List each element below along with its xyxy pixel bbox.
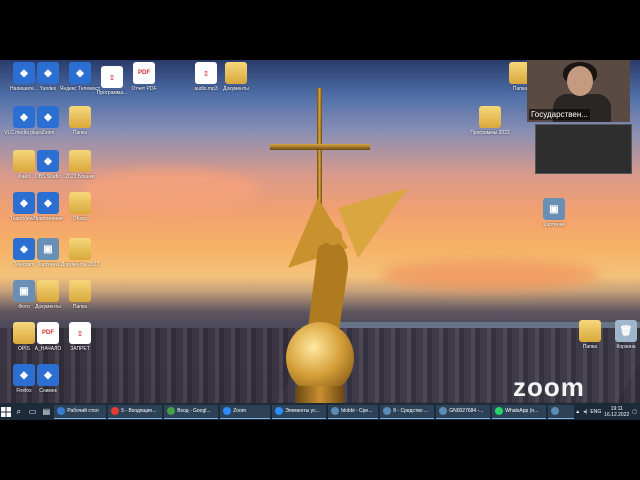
folder-icon xyxy=(69,106,91,128)
taskbar-item[interactable] xyxy=(548,404,575,419)
desktop-icon[interactable]: Программы 2022 xyxy=(466,106,514,136)
windows-icon xyxy=(0,406,11,417)
taskbar-item[interactable]: Элементы ус... xyxy=(272,404,327,419)
start-button[interactable] xyxy=(0,403,12,420)
desktop-icon[interactable]: Папка xyxy=(56,280,104,310)
file-icon: ▯ xyxy=(69,322,91,344)
trash-icon: 🗑 xyxy=(615,320,637,342)
taskbar-item-label: 8 - Средство ... xyxy=(393,408,429,414)
folder-icon xyxy=(69,192,91,214)
participant-face xyxy=(567,66,593,96)
desktop-icon[interactable]: ◆ Снимок xyxy=(24,364,72,394)
app-icon xyxy=(383,407,392,415)
taskbar-item[interactable]: Рабочий стол xyxy=(54,404,107,419)
volume-icon[interactable]: ◂) xyxy=(583,409,587,415)
sky-cloud xyxy=(80,170,260,210)
pdf-icon: PDF xyxy=(133,62,155,84)
clock[interactable]: 19:11 16.12.2022 xyxy=(604,406,629,418)
desktop-icon-label: Папка xyxy=(72,304,88,310)
desktop-icon-label: Документы xyxy=(223,86,249,92)
language-indicator[interactable]: ENG xyxy=(590,409,601,415)
desktop-icon-label: Отчет PDF xyxy=(131,86,157,92)
app-icon xyxy=(167,407,176,415)
zoom-watermark: zoom xyxy=(513,372,585,402)
taskbar-item-label: Элементы ус... xyxy=(285,408,320,414)
taskbar-item[interactable]: Zoom xyxy=(220,404,271,419)
folder-icon xyxy=(69,238,91,260)
folder-icon xyxy=(69,280,91,302)
desktop-icon-label: Картинки xyxy=(543,222,565,228)
app-icon: ◆ xyxy=(37,364,59,386)
app-icon xyxy=(551,407,560,415)
desktop-icon[interactable]: 🗑 Корзина xyxy=(602,320,640,350)
desktop-icon[interactable]: Документы xyxy=(212,62,260,92)
desktop-icon-label: Корзина xyxy=(616,344,636,350)
taskbar-item[interactable]: 5 - Входящие... xyxy=(108,404,163,419)
desktop-icon[interactable]: 2023 Бланки xyxy=(56,150,104,180)
app-icon xyxy=(275,407,284,415)
network-icon[interactable]: ▲ xyxy=(575,409,580,415)
taskbar-item[interactable]: 8 - Средство ... xyxy=(380,404,435,419)
taskbar-item-label: blobbi - Сре... xyxy=(341,408,373,414)
spire-crossbar xyxy=(270,144,370,150)
desktop-icon[interactable]: Документы 2022 xyxy=(56,238,104,268)
taskbar-item-label: Вход - Googl... xyxy=(177,408,211,414)
image-icon: ▣ xyxy=(543,198,565,220)
zoom-side-panel[interactable] xyxy=(535,124,632,174)
taskbar-item[interactable]: GN0027684 -... xyxy=(436,404,491,419)
app-icon xyxy=(495,407,504,415)
golden-orb xyxy=(286,322,354,394)
desktop-icon[interactable]: Папка xyxy=(56,106,104,136)
app-icon xyxy=(223,407,232,415)
app-icon xyxy=(439,407,448,415)
app-icon xyxy=(111,407,120,415)
desktop-icon-label: ЗАПРЕТ xyxy=(70,346,90,352)
participant-name: Государствен... xyxy=(529,109,590,120)
search-icon[interactable]: ⌕ xyxy=(13,405,25,419)
desktop-icon-label: Папка xyxy=(72,130,88,136)
taskbar-item[interactable]: blobbi - Сре... xyxy=(328,404,379,419)
taskbar-item[interactable]: WhatsApp (n... xyxy=(492,404,547,419)
desktop-icon-label: Программы 2022 xyxy=(470,130,510,136)
clock-date: 16.12.2022 xyxy=(604,411,630,418)
desktop-icon[interactable]: PDF Отчет PDF xyxy=(120,62,168,92)
taskbar-item-label: 5 - Входящие... xyxy=(121,408,157,414)
task-view-icon[interactable]: ▭ xyxy=(27,405,39,419)
explorer-icon[interactable]: ▤ xyxy=(40,405,52,419)
folder-icon xyxy=(579,320,601,342)
desktop-icon[interactable]: ▣ Картинки xyxy=(530,198,578,228)
zoom-video-thumbnail[interactable]: Государствен... xyxy=(527,60,630,122)
folder-icon xyxy=(69,150,91,172)
notifications-icon[interactable]: ▢ xyxy=(632,409,637,415)
taskbar: ⌕ ▭ ▤ Рабочий стол 5 - Входящие... Вход - … xyxy=(0,403,640,420)
taskbar-item-label: WhatsApp (n... xyxy=(505,408,539,414)
desktop-icon[interactable]: ▯ ЗАПРЕТ xyxy=(56,322,104,352)
desktop-icon-label: Обзор xyxy=(72,216,88,222)
desktop-icon-label: Документы 2022 xyxy=(60,262,100,268)
folder-icon xyxy=(479,106,501,128)
desktop-icon-label: Снимок xyxy=(39,388,57,394)
taskbar-item-label: Zoom xyxy=(233,408,247,414)
desktop-icon-label: 2023 Бланки xyxy=(65,174,95,180)
folder-icon xyxy=(225,62,247,84)
app-icon xyxy=(331,407,340,415)
sky-cloud xyxy=(380,260,600,290)
taskbar-item[interactable]: Вход - Googl... xyxy=(164,404,219,419)
desktop-icon[interactable]: Обзор xyxy=(56,192,104,222)
taskbar-item-label: Рабочий стол xyxy=(67,408,99,414)
system-tray: ▲ ◂) ENG 19:11 16.12.2022 ▢ xyxy=(575,406,640,418)
taskbar-item-label: GN0027684 -... xyxy=(449,408,484,414)
app-icon xyxy=(57,407,66,415)
